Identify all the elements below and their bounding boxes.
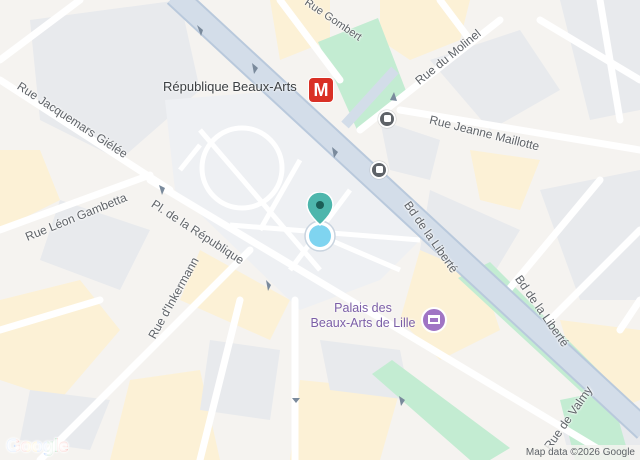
bus-stop-icon[interactable]: [378, 110, 396, 128]
location-pin-icon[interactable]: [303, 192, 337, 254]
map-canvas[interactable]: Rue Gombert Rue du Molinel Rue Jeanne Ma…: [0, 0, 640, 460]
metro-station-label[interactable]: République Beaux-Arts: [163, 79, 297, 94]
google-logo: Google: [6, 436, 69, 457]
poi-label-palais-des-beaux-arts[interactable]: Palais des Beaux-Arts de Lille: [298, 301, 428, 331]
poi-label-line1: Palais des: [334, 301, 392, 315]
metro-icon[interactable]: M: [308, 77, 334, 103]
map-attribution[interactable]: Map data ©2026 Google: [520, 445, 640, 460]
poi-label-line2: Beaux-Arts de Lille: [310, 316, 416, 330]
bus-stop-icon[interactable]: [370, 161, 388, 179]
